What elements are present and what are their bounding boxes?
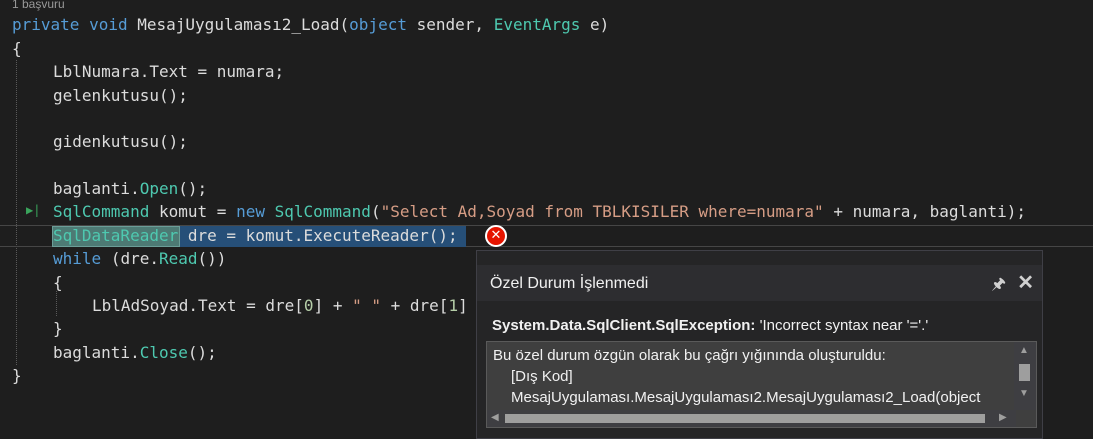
scroll-left-icon[interactable]: ◀ (491, 412, 499, 423)
code-line-while[interactable]: while (dre.Read()) (53, 247, 226, 270)
code-line-sqldatareader[interactable]: SqlDataReader dre = komut.ExecuteReader(… (53, 224, 458, 247)
code-line-method-signature[interactable]: private void MesajUygulaması2_Load(objec… (12, 13, 609, 36)
pin-icon[interactable]: 🖈 (991, 273, 1006, 300)
close-icon[interactable]: ✕ (1017, 270, 1034, 295)
code-line-gidenkutusu[interactable]: gidenkutusu(); (53, 130, 188, 153)
scroll-up-icon[interactable]: ▲ (1019, 345, 1029, 356)
code-line-open-brace[interactable]: { (12, 37, 22, 60)
code-line-lbladsoyad[interactable]: LblAdSoyad.Text = dre[0] + " " + dre[1] (92, 294, 468, 317)
exception-message: System.Data.SqlClient.SqlException: 'Inc… (492, 317, 929, 334)
indent-guide (16, 60, 17, 365)
code-line-lblnumara[interactable]: LblNumara.Text = numara; (53, 60, 284, 83)
step-over-icon[interactable]: ▶| (26, 203, 40, 217)
scroll-right-icon[interactable]: ▶ (999, 412, 1007, 423)
scroll-down-icon[interactable]: ▼ (1019, 388, 1029, 399)
error-icon[interactable]: ✕ (485, 225, 507, 247)
exception-popup: Özel Durum İşlenmedi 🖈 ✕ System.Data.Sql… (476, 250, 1043, 439)
code-line-inner-open-brace[interactable]: { (53, 271, 63, 294)
codelens-references[interactable]: 1 başvuru (12, 0, 65, 11)
horizontal-scroll-thumb[interactable] (505, 414, 985, 423)
code-line-sqlcommand[interactable]: SqlCommand komut = new SqlCommand("Selec… (53, 200, 1026, 223)
indent-guide (56, 291, 57, 316)
horizontal-scrollbar[interactable]: ◀ ▶ (487, 410, 1016, 427)
exception-details-box[interactable]: Bu özel durum özgün olarak bu çağrı yığı… (486, 341, 1037, 428)
vertical-scroll-thumb[interactable] (1019, 364, 1030, 381)
code-line-close-connection[interactable]: baglanti.Close(); (53, 341, 217, 364)
vertical-scrollbar[interactable]: ▲ ▼ (1014, 342, 1036, 410)
code-line-close-brace[interactable]: } (12, 364, 22, 387)
code-line-gelenkutusu[interactable]: gelenkutusu(); (53, 84, 188, 107)
exception-popup-header: Özel Durum İşlenmedi 🖈 ✕ (477, 265, 1042, 301)
code-line-inner-close-brace[interactable]: } (53, 317, 63, 340)
exception-details-text: Bu özel durum özgün olarak bu çağrı yığı… (493, 347, 981, 406)
exception-popup-title: Özel Durum İşlenmedi (490, 275, 649, 292)
code-line-open-connection[interactable]: baglanti.Open(); (53, 177, 207, 200)
